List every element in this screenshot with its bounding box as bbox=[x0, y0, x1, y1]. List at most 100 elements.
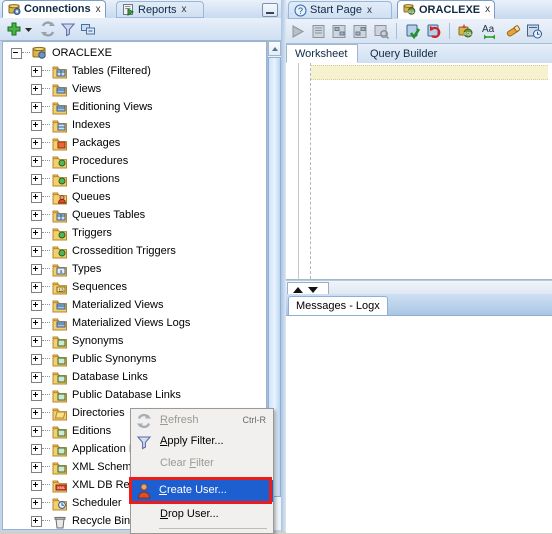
tree-node-oraclexe[interactable]: ORACLEXE bbox=[3, 44, 112, 62]
expand-node-icon[interactable] bbox=[31, 227, 42, 239]
tree-node-database-links[interactable]: Database Links bbox=[3, 368, 148, 386]
sql-history-query-icon[interactable] bbox=[373, 23, 390, 40]
clear-worksheet-icon[interactable] bbox=[505, 23, 522, 40]
tab-start-page[interactable]: ? Start Page x bbox=[288, 1, 392, 19]
tab-reports-close[interactable]: x bbox=[182, 4, 187, 15]
tree-connector bbox=[42, 502, 50, 504]
new-connection-icon[interactable] bbox=[6, 21, 22, 37]
run-script-icon[interactable] bbox=[310, 23, 327, 40]
sql-history-icon[interactable] bbox=[526, 23, 543, 40]
tab-worksheet[interactable]: Worksheet bbox=[286, 44, 358, 63]
tab-oraclexe[interactable]: SQL ORACLEXE x bbox=[397, 0, 495, 19]
expand-node-icon[interactable] bbox=[31, 263, 42, 275]
tab-connections-label: Connections bbox=[24, 3, 91, 15]
minimize-icon[interactable] bbox=[262, 3, 278, 17]
scroll-up-icon[interactable] bbox=[293, 287, 303, 293]
expand-node-icon[interactable] bbox=[31, 299, 42, 311]
commit-icon[interactable] bbox=[405, 23, 422, 40]
expand-node-icon[interactable] bbox=[31, 479, 42, 491]
expand-node-icon[interactable] bbox=[31, 101, 42, 113]
tree-node-functions[interactable]: Functions bbox=[3, 170, 120, 188]
collapse-all-icon[interactable] bbox=[80, 21, 96, 37]
explain-plan-icon[interactable] bbox=[331, 23, 348, 40]
dropdown-arrow-icon[interactable] bbox=[24, 21, 33, 37]
menu-item-clear-filter[interactable]: Clear Filter bbox=[132, 454, 272, 474]
tree-node-views[interactable]: Views bbox=[3, 80, 101, 98]
expand-node-icon[interactable] bbox=[31, 515, 42, 527]
run-statement-icon[interactable] bbox=[289, 23, 306, 40]
expand-node-icon[interactable] bbox=[31, 461, 42, 473]
menu-item-refresh[interactable]: Refresh Ctrl-R bbox=[132, 411, 272, 431]
tree-node-triggers[interactable]: Triggers bbox=[3, 224, 112, 242]
tree-node-public-synonyms[interactable]: Public Synonyms bbox=[3, 350, 156, 368]
tree-node-label: Procedures bbox=[72, 155, 129, 167]
tab-messages-log-close[interactable]: x bbox=[374, 300, 380, 312]
filter-icon[interactable] bbox=[60, 21, 76, 37]
scheduler-folder-icon bbox=[52, 496, 68, 511]
tree-node-label: Materialized Views Logs bbox=[72, 317, 191, 329]
collapse-node-icon[interactable] bbox=[11, 47, 22, 59]
tree-node-crossedition-triggers[interactable]: Crossedition Triggers bbox=[3, 242, 176, 260]
tree-node-editioning-views[interactable]: Editioning Views bbox=[3, 98, 153, 116]
tree-node-public-database-links[interactable]: Public Database Links bbox=[3, 386, 181, 404]
tree-node-tables-filtered[interactable]: Tables (Filtered) bbox=[3, 62, 151, 80]
tab-messages-log[interactable]: Messages - Log x bbox=[288, 296, 388, 315]
expand-node-icon[interactable] bbox=[31, 335, 42, 347]
tree-node-sequences[interactable]: 13 Sequences bbox=[3, 278, 127, 296]
expand-node-icon[interactable] bbox=[31, 425, 42, 437]
expand-node-icon[interactable] bbox=[31, 191, 42, 203]
tree-node-recycle-bin[interactable]: Recycle Bin bbox=[3, 512, 130, 529]
expand-node-icon[interactable] bbox=[31, 83, 42, 95]
expand-node-icon[interactable] bbox=[31, 371, 42, 383]
rollback-icon[interactable] bbox=[426, 23, 443, 40]
expand-node-icon[interactable] bbox=[31, 317, 42, 329]
expand-node-icon[interactable] bbox=[31, 65, 42, 77]
tab-reports[interactable]: Reports x bbox=[116, 1, 204, 18]
tree-node-synonyms[interactable]: Synonyms bbox=[3, 332, 123, 350]
expand-node-icon[interactable] bbox=[31, 209, 42, 221]
expand-node-icon[interactable] bbox=[31, 281, 42, 293]
menu-item-apply-filter[interactable]: Apply Filter... bbox=[132, 432, 272, 452]
tree-node-materialized-views-logs[interactable]: Materialized Views Logs bbox=[3, 314, 190, 332]
tab-start-page-label: Start Page bbox=[310, 4, 362, 16]
expand-node-icon[interactable] bbox=[31, 137, 42, 149]
sql-editor[interactable] bbox=[286, 63, 552, 280]
expand-node-icon[interactable] bbox=[31, 119, 42, 131]
tree-context-menu[interactable]: Refresh Ctrl-R Apply Filter... Clear Fil… bbox=[130, 408, 274, 534]
expand-node-icon[interactable] bbox=[31, 353, 42, 365]
expand-node-icon[interactable] bbox=[31, 245, 42, 257]
tab-start-page-close[interactable]: x bbox=[367, 5, 372, 16]
tree-node-scheduler[interactable]: Scheduler bbox=[3, 494, 122, 512]
tree-node-packages[interactable]: Packages bbox=[3, 134, 120, 152]
scrollbar-up-button[interactable] bbox=[268, 41, 281, 56]
scroll-down-icon[interactable] bbox=[308, 287, 318, 293]
refresh-icon[interactable] bbox=[40, 21, 56, 37]
tree-node-xml-schemas[interactable]: XML Schemas bbox=[3, 458, 143, 476]
public-synonyms-folder-icon bbox=[52, 352, 68, 367]
expand-node-icon[interactable] bbox=[31, 173, 42, 185]
expand-node-icon[interactable] bbox=[31, 407, 42, 419]
expand-node-icon[interactable] bbox=[31, 497, 42, 509]
tab-connections[interactable]: Connections x bbox=[2, 0, 106, 18]
expand-node-icon[interactable] bbox=[31, 155, 42, 167]
tree-node-label: Packages bbox=[72, 137, 121, 149]
tree-node-queues[interactable]: Queues bbox=[3, 188, 111, 206]
expand-node-icon[interactable] bbox=[31, 443, 42, 455]
autotrace-icon[interactable] bbox=[352, 23, 369, 40]
tree-node-directories[interactable]: Directories bbox=[3, 404, 125, 422]
tree-node-materialized-views[interactable]: Materialized Views bbox=[3, 296, 164, 314]
unshared-worksheet-icon[interactable]: SQL bbox=[458, 23, 475, 40]
expand-node-icon[interactable] bbox=[31, 389, 42, 401]
tab-connections-close[interactable]: x bbox=[96, 4, 101, 15]
tree-node-types[interactable]: a Types bbox=[3, 260, 101, 278]
tree-node-procedures[interactable]: Procedures bbox=[3, 152, 128, 170]
tab-oraclexe-close[interactable]: x bbox=[485, 4, 490, 15]
tree-node-indexes[interactable]: Indexes bbox=[3, 116, 111, 134]
tree-node-queues-tables[interactable]: Queues Tables bbox=[3, 206, 145, 224]
menu-item-drop-user[interactable]: Drop User... bbox=[132, 505, 272, 525]
tree-node-editions[interactable]: Editions bbox=[3, 422, 111, 440]
to-upper-lower-icon[interactable]: Aa bbox=[481, 23, 498, 40]
tab-query-builder[interactable]: Query Builder bbox=[362, 44, 454, 63]
